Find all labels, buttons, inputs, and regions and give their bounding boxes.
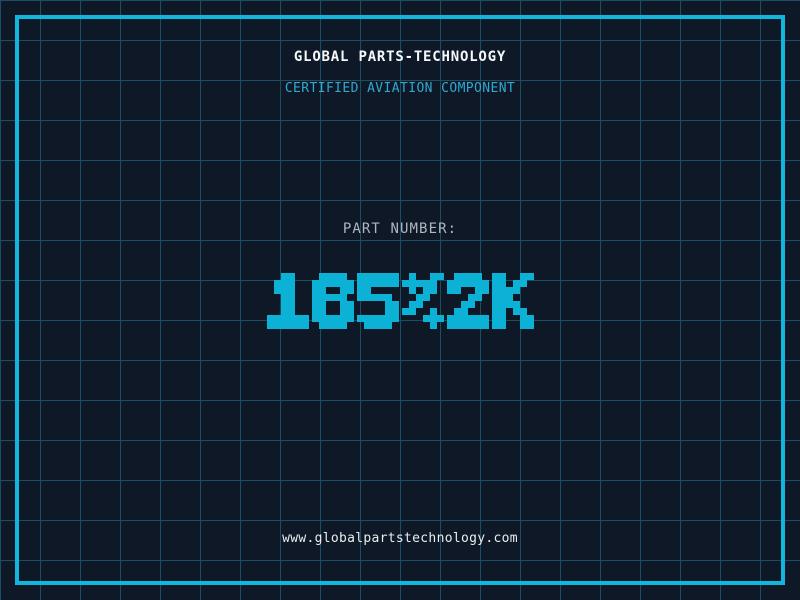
part-number-label: PART NUMBER: bbox=[342, 221, 458, 237]
website-url: www.globalpartstechnology.com bbox=[282, 531, 518, 546]
company-title: GLOBAL PARTS-TECHNOLOGY bbox=[293, 49, 507, 65]
part-number-pixel-glyphs bbox=[266, 273, 534, 329]
blueprint-grid-background: GLOBAL PARTS-TECHNOLOGY CERTIFIED AVIATI… bbox=[0, 0, 800, 600]
certification-subtitle: CERTIFIED AVIATION COMPONENT bbox=[284, 81, 516, 96]
part-number-display bbox=[0, 273, 800, 329]
